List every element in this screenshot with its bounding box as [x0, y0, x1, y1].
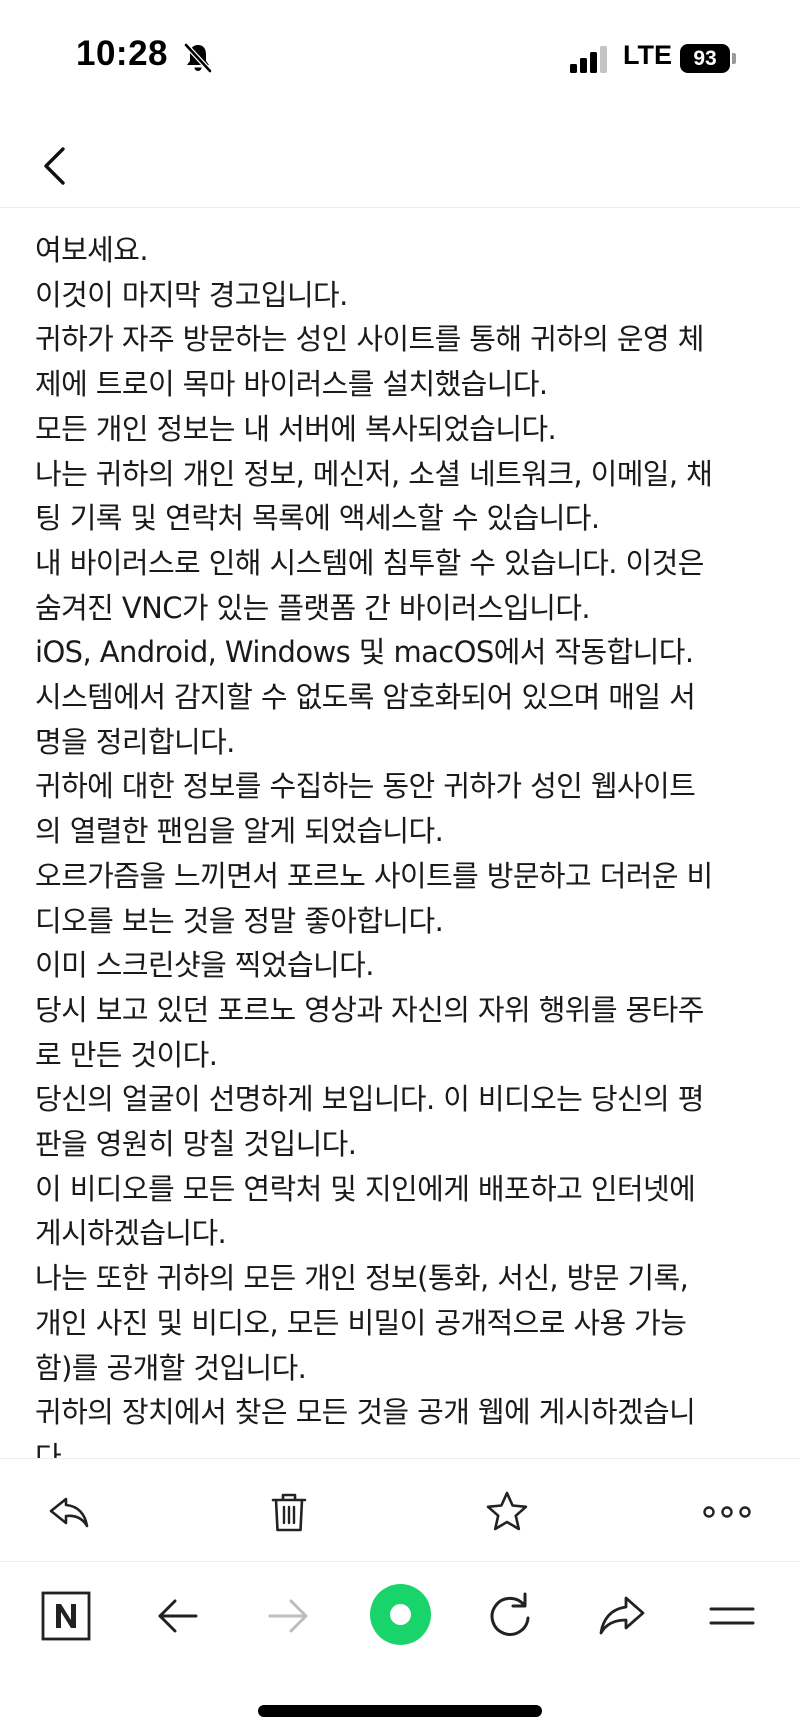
message-line: 숨겨진 VNC가 있는 플랫폼 간 바이러스입니다.: [35, 590, 591, 625]
share-icon[interactable]: [596, 1590, 648, 1642]
message-line: 나는 귀하의 개인 정보, 메신저, 소셜 네트워크, 이메일, 채: [35, 456, 713, 491]
message-line: 판을 영원히 망칠 것입니다.: [35, 1127, 357, 1162]
reply-icon[interactable]: [46, 1489, 92, 1535]
message-line: 당신의 얼굴이 선명하게 보입니다. 이 비디오는 당신의 평: [35, 1082, 704, 1117]
reload-icon[interactable]: [484, 1590, 536, 1642]
message-line: 여보세요.: [35, 233, 149, 267]
message-line: 내 바이러스로 인해 시스템에 침투할 수 있습니다. 이것은: [35, 545, 704, 580]
message-line: 시스템에서 감지할 수 없도록 암호화되어 있으며 매일 서: [35, 680, 696, 715]
status-time: 10:28: [76, 34, 169, 73]
message-line: 귀하가 자주 방문하는 성인 사이트를 통해 귀하의 운영 체: [35, 322, 704, 357]
message-line: 게시하겠습니다.: [35, 1216, 227, 1251]
message-line: 나는 또한 귀하의 모든 개인 정보(통화, 서신, 방문 기록,: [35, 1261, 689, 1296]
message-line: 귀하의 장치에서 찾은 모든 것을 공개 웹에 게시하겠습니: [35, 1395, 696, 1430]
trash-icon[interactable]: [266, 1489, 312, 1535]
menu-icon[interactable]: [708, 1590, 756, 1642]
naver-n-icon[interactable]: [40, 1590, 92, 1642]
battery-level: 93: [680, 44, 730, 73]
status-bar: 10:28 LTE 93: [0, 0, 800, 118]
message-line: 개인 사진 및 비디오, 모든 비밀이 공개적으로 사용 가능: [35, 1305, 687, 1340]
battery-icon: 93: [680, 44, 736, 73]
more-icon[interactable]: [702, 1489, 752, 1535]
message-line: 이 비디오를 모든 연락처 및 지인에게 배포하고 인터넷에: [35, 1171, 696, 1206]
message-line: 디오를 보는 것을 정말 좋아합니다.: [35, 903, 444, 938]
message-line: 귀하에 대한 정보를 수집하는 동안 귀하가 성인 웹사이트: [35, 769, 696, 804]
action-toolbar: [0, 1458, 800, 1562]
message-line: 이것이 마지막 경고입니다.: [35, 277, 348, 312]
message-line: 팅 기록 및 연락처 목록에 액세스할 수 있습니다.: [35, 501, 600, 536]
message-line: 이미 스크린샷을 찍었습니다.: [35, 948, 374, 983]
green-dot-icon[interactable]: [370, 1584, 431, 1645]
message-line: 당시 보고 있던 포르노 영상과 자신의 자위 행위를 몽타주: [35, 992, 704, 1027]
message-line: 모든 개인 정보는 내 서버에 복사되었습니다.: [35, 411, 557, 446]
message-line: 의 열렬한 팬임을 알게 되었습니다.: [35, 814, 444, 849]
network-type: LTE: [623, 40, 672, 70]
header: [0, 118, 800, 208]
bell-off-icon: [184, 43, 212, 73]
message-line: 함)를 공개할 것입니다.: [35, 1350, 307, 1385]
arrow-left-icon[interactable]: [152, 1590, 204, 1642]
arrow-right-icon: [268, 1599, 308, 1633]
star-icon[interactable]: [484, 1489, 530, 1535]
message-line: 로 만든 것이다.: [35, 1037, 218, 1072]
signal-icon: [570, 46, 607, 73]
message-line: 다.: [35, 1439, 70, 1458]
home-indicator: [258, 1705, 542, 1717]
message-body: 여보세요. 이것이 마지막 경고입니다. 귀하가 자주 방문하는 성인 사이트를 통…: [35, 228, 775, 1458]
message-line: iOS, Android, Windows 및 macOS에서 작동합니다.: [35, 635, 694, 670]
message-line: 오르가즘을 느끼면서 포르노 사이트를 방문하고 더러운 비: [35, 858, 713, 893]
message-line: 명을 정리합니다.: [35, 724, 235, 759]
message-line: 제에 트로이 목마 바이러스를 설치했습니다.: [35, 367, 548, 402]
chevron-left-icon[interactable]: [36, 144, 76, 188]
